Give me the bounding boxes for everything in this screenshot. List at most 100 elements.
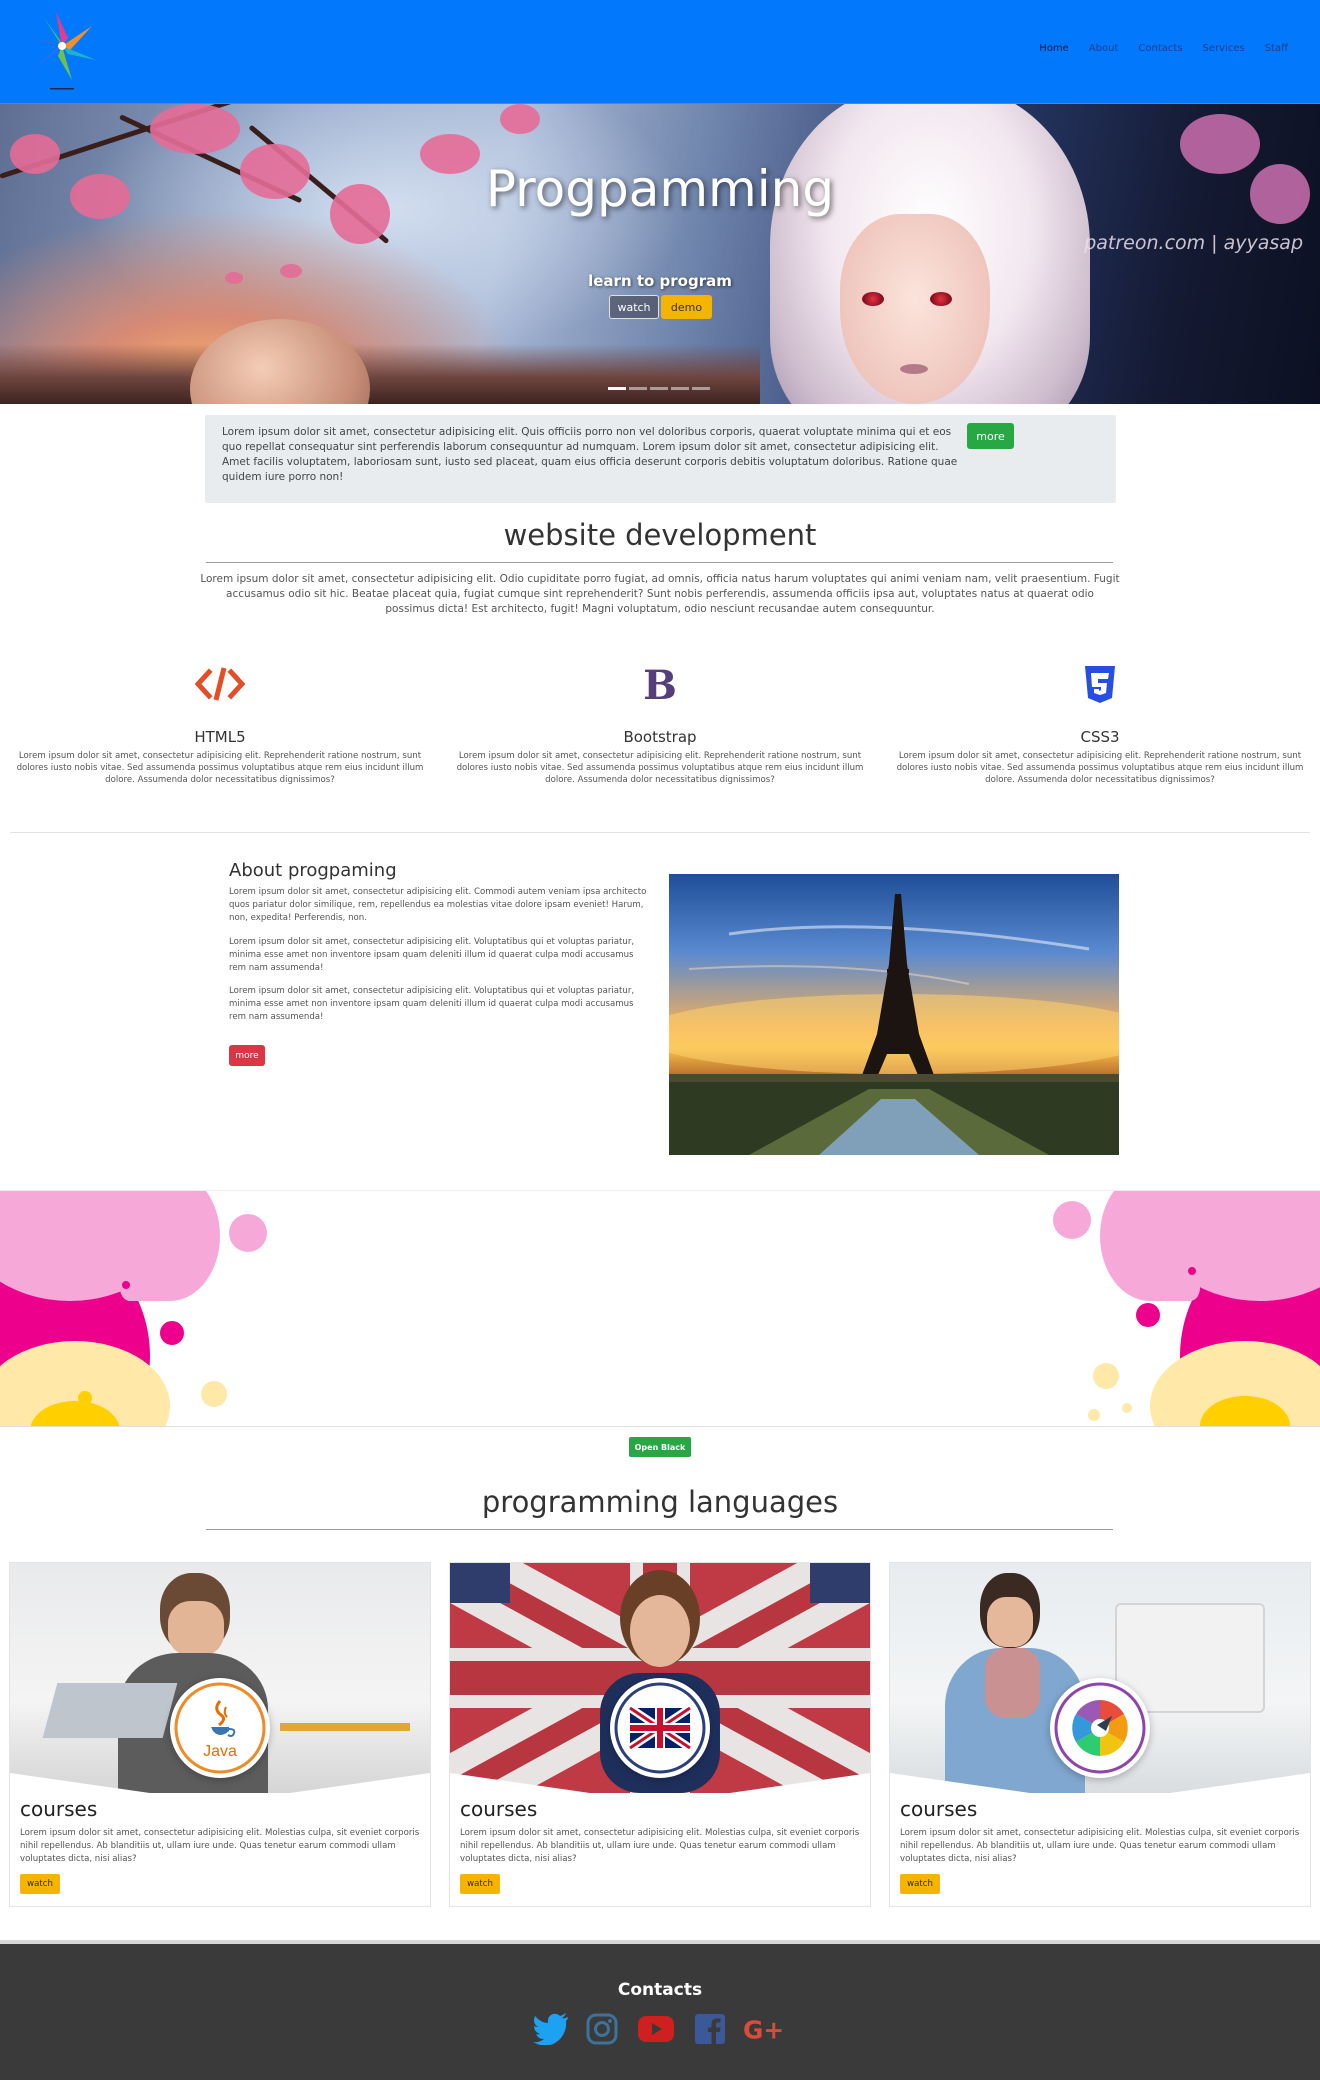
course-card: courses Lorem ipsum dolor sit amet, cons… (889, 1562, 1311, 1907)
section-title-languages: programming languages (481, 1485, 839, 1519)
laptop (42, 1683, 178, 1738)
mouth (900, 364, 928, 374)
nav-link-about[interactable]: About (1089, 43, 1119, 54)
google-plus-icon[interactable]: G+ (743, 2008, 785, 2050)
decor-dot (1053, 1201, 1091, 1239)
jumbotron-more-button[interactable]: more (967, 423, 1014, 449)
card-title: courses (900, 1797, 978, 1821)
card-text: Lorem ipsum dolor sit amet, consectetur … (460, 1828, 860, 1864)
hero-subtitle: learn to program (588, 272, 732, 290)
brand-logo[interactable] (18, 6, 106, 92)
blossom-cluster (150, 104, 240, 154)
person-face (168, 1601, 224, 1656)
carousel-indicator[interactable] (650, 387, 668, 390)
carousel-indicators (608, 387, 710, 390)
decor-dot (122, 1281, 130, 1289)
decor-blob (1100, 1191, 1200, 1301)
carousel-indicator[interactable] (671, 387, 689, 390)
eiffel-tower-image (669, 874, 1119, 1155)
hero-ground (0, 344, 760, 404)
development-text: Lorem ipsum dolor sit amet, consectetur … (200, 573, 1120, 615)
decorative-splash-banner (0, 1190, 1320, 1427)
code-icon (194, 662, 246, 706)
course-card: courses Lorem ipsum dolor sit amet, cons… (449, 1562, 871, 1907)
facebook-icon[interactable] (689, 2008, 731, 2050)
twitter-icon[interactable] (530, 2008, 572, 2050)
title-underline (206, 562, 1113, 563)
section-divider (10, 832, 1310, 833)
css3-icon (1075, 662, 1125, 706)
feature-text: Lorem ipsum dolor sit amet, consectetur … (896, 751, 1304, 785)
feature-text: Lorem ipsum dolor sit amet, consectetur … (456, 751, 864, 785)
color-wheel-icon (1050, 1678, 1150, 1778)
nav-link-contacts[interactable]: Contacts (1138, 43, 1182, 54)
about-more-button[interactable]: more (229, 1045, 265, 1066)
feature-title: CSS3 (1080, 728, 1120, 746)
card-watch-button[interactable]: watch (20, 1874, 60, 1894)
eye (862, 292, 884, 306)
about-paragraph: Lorem ipsum dolor sit amet, consectetur … (229, 937, 635, 973)
decor-dot (201, 1381, 227, 1407)
java-icon: Java (170, 1678, 270, 1778)
feature-title: Bootstrap (623, 728, 697, 746)
card-text: Lorem ipsum dolor sit amet, consectetur … (900, 1828, 1300, 1864)
eye (930, 292, 952, 306)
card-title: courses (460, 1797, 538, 1821)
title-underline (206, 1529, 1113, 1530)
feature-bootstrap: B Bootstrap Lorem ipsum dolor sit amet, … (445, 662, 875, 802)
about-title: About progpaming (229, 860, 397, 881)
hero-character-face (840, 214, 990, 404)
decor-dot (78, 1391, 92, 1405)
feature-text: Lorem ipsum dolor sit amet, consectetur … (16, 751, 424, 785)
about-paragraph: Lorem ipsum dolor sit amet, consectetur … (229, 986, 635, 1022)
footer-title: Contacts (617, 1980, 703, 2000)
jumbotron-text: Lorem ipsum dolor sit amet, consectetur … (222, 426, 958, 483)
demo-button[interactable]: demo (661, 295, 712, 319)
nav-links: Home About Contacts Services Staff (1019, 43, 1288, 54)
watch-button[interactable]: watch (609, 295, 659, 319)
decor-dot (1122, 1403, 1132, 1413)
decor-dot (229, 1214, 267, 1252)
feature-title: HTML5 (194, 728, 246, 746)
hero-buttons: watch demo (609, 295, 712, 319)
carousel-indicator[interactable] (629, 387, 647, 390)
section-title-development: website development (503, 518, 817, 552)
nav-link-staff[interactable]: Staff (1265, 43, 1288, 54)
uk-flag-icon (610, 1678, 710, 1778)
decor-dot (160, 1321, 184, 1345)
course-card: Java courses Lorem ipsum dolor sit amet,… (9, 1562, 431, 1907)
card-text: Lorem ipsum dolor sit amet, consectetur … (20, 1828, 420, 1864)
bootstrap-icon: B (635, 662, 685, 709)
feature-html5: HTML5 Lorem ipsum dolor sit amet, consec… (5, 662, 435, 802)
svg-text:G+: G+ (743, 2016, 784, 2044)
person-face (987, 1597, 1033, 1647)
card-watch-button[interactable]: watch (900, 1874, 940, 1894)
jumbotron: Lorem ipsum dolor sit amet, consectetur … (205, 415, 1116, 503)
about-paragraph: Lorem ipsum dolor sit amet, consectetur … (229, 887, 647, 923)
feature-css3: CSS3 Lorem ipsum dolor sit amet, consect… (885, 662, 1315, 802)
card-title: courses (20, 1797, 98, 1821)
decor-blob (120, 1191, 220, 1301)
nav-link-services[interactable]: Services (1203, 43, 1245, 54)
svg-text:B: B (643, 662, 677, 706)
hero-carousel[interactable]: Progpamming learn to program watch demo … (0, 104, 1320, 404)
instagram-icon[interactable] (581, 2008, 623, 2050)
footer: Contacts G+ (0, 1940, 1320, 2080)
hero-title: Progpamming (485, 160, 835, 218)
decor-dot (1136, 1303, 1160, 1327)
carousel-indicator[interactable] (608, 387, 626, 390)
open-black-button[interactable]: Open Black (629, 1437, 691, 1457)
scarf (985, 1648, 1040, 1718)
decor-dot (1188, 1267, 1196, 1275)
nav-link-home[interactable]: Home (1039, 43, 1069, 54)
svg-text:Java: Java (203, 1743, 237, 1760)
carousel-indicator[interactable] (692, 387, 710, 390)
card-watch-button[interactable]: watch (460, 1874, 500, 1894)
pencil (280, 1723, 410, 1731)
watermark-text: patreon.com | ayyasap (1084, 232, 1303, 254)
youtube-icon[interactable] (635, 2008, 677, 2050)
navbar: Home About Contacts Services Staff (0, 0, 1320, 104)
blossom-cluster (500, 104, 540, 134)
decor-dot (1093, 1363, 1119, 1389)
decor-dot (1088, 1409, 1100, 1421)
